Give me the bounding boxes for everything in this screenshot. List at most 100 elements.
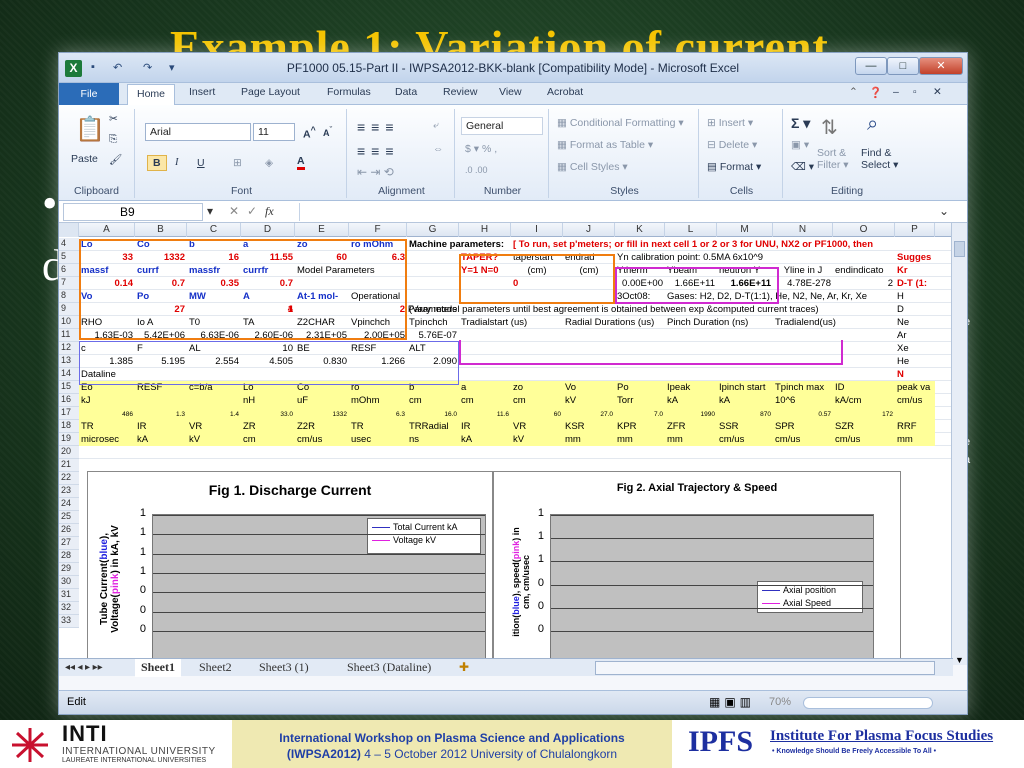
cell-l10[interactable]: Pinch Duration (ns) [667, 317, 771, 328]
cell-i15[interactable]: zo [513, 382, 561, 393]
cell-j10[interactable]: Radial Durations (us) [565, 317, 663, 328]
find-select-button[interactable]: Find & Select ▾ [861, 147, 898, 171]
cell-p10[interactable]: Ne [897, 317, 951, 328]
paste-icon[interactable]: 📋 [75, 115, 105, 144]
row-header[interactable]: 30 [59, 576, 79, 589]
cell-h18[interactable]: IR [461, 421, 509, 432]
cell-n15[interactable]: Tpinch max [775, 382, 831, 393]
vertical-scrollbar[interactable]: ▼ [951, 223, 967, 665]
cell-c19[interactable]: kV [189, 434, 239, 445]
cell-b19[interactable]: kA [137, 434, 185, 445]
row-header[interactable]: 22 [59, 472, 79, 485]
cell-styles-button[interactable]: ▦ Cell Styles ▾ [557, 161, 628, 173]
sort-filter-icon[interactable]: ⇅ [821, 115, 838, 140]
row-header[interactable]: 25 [59, 511, 79, 524]
cell-n17[interactable]: 0.57 [775, 411, 831, 418]
cell-i17[interactable]: 60 [513, 411, 561, 418]
cell-f16[interactable]: mOhm [351, 395, 405, 406]
row-header[interactable]: 33 [59, 615, 79, 628]
cell-o17[interactable]: 172 [835, 411, 893, 418]
row-header[interactable]: 24 [59, 498, 79, 511]
merge-icon[interactable]: ⇔ [433, 143, 444, 155]
cell-i19[interactable]: kV [513, 434, 561, 445]
column-header[interactable]: E [295, 223, 349, 237]
cell-a18[interactable]: TR [81, 421, 133, 432]
cell-p16[interactable]: cm/us [897, 395, 951, 406]
cancel-icon[interactable]: ✕ [229, 204, 239, 218]
currency-icon[interactable]: $ ▾ % , [465, 143, 497, 155]
fill-color-icon[interactable]: ◈ [265, 157, 273, 169]
cell-m17[interactable]: 870 [719, 411, 771, 418]
cell-g18[interactable]: TRRadial [409, 421, 457, 432]
cell-p18[interactable]: RRF [897, 421, 951, 432]
cell-e18[interactable]: Z2R [297, 421, 347, 432]
cell-k18[interactable]: KPR [617, 421, 663, 432]
doc-minimize-icon[interactable]: – [893, 86, 899, 98]
cell-f18[interactable]: TR [351, 421, 405, 432]
row-header[interactable]: 9 [59, 303, 79, 316]
font-size-select[interactable]: 11 [253, 123, 295, 141]
cell-b18[interactable]: IR [137, 421, 185, 432]
cell-m16[interactable]: kA [719, 395, 771, 406]
cell-n10[interactable]: Tradialend(us) [775, 317, 893, 328]
column-header[interactable]: J [563, 223, 615, 237]
tab-review[interactable]: Review [443, 86, 477, 98]
cell-p6[interactable]: Kr [897, 265, 951, 276]
cell-p19[interactable]: mm [897, 434, 951, 445]
row-header[interactable]: 20 [59, 446, 79, 459]
align-horizontal-icons[interactable]: ≡≡≡ [357, 143, 400, 159]
cut-icon[interactable]: ✂ [109, 113, 118, 125]
row-header[interactable]: 26 [59, 524, 79, 537]
row-header[interactable]: 17 [59, 407, 79, 420]
cell-p12[interactable]: Xe [897, 343, 951, 354]
cell-p8[interactable]: H [897, 291, 951, 302]
cell-p15[interactable]: peak va [897, 382, 951, 393]
column-header[interactable]: B [135, 223, 187, 237]
cell-l19[interactable]: mm [667, 434, 715, 445]
cell-p5[interactable]: Sugges [897, 252, 951, 263]
sheet-tab-sheet2[interactable]: Sheet2 [199, 659, 232, 677]
cell-g9[interactable]: (Vary model parameters until best agreem… [409, 304, 893, 315]
autosum-icon[interactable]: Σ ▾ [791, 115, 810, 132]
shrink-font-icon[interactable]: Aˇ [323, 125, 332, 138]
column-header[interactable]: N [773, 223, 833, 237]
doc-close-icon[interactable]: ✕ [933, 86, 942, 98]
row-header[interactable]: 8 [59, 290, 79, 303]
enter-icon[interactable]: ✓ [247, 204, 257, 218]
cell-o6[interactable]: endindicato [835, 265, 893, 276]
chart-axial-trajectory[interactable]: Fig 2. Axial Trajectory & Speed ition(bl… [493, 471, 901, 665]
cell-o19[interactable]: cm/us [835, 434, 893, 445]
row-header[interactable]: 12 [59, 342, 79, 355]
cell-g11[interactable]: 5.76E-07 [409, 330, 457, 341]
conditional-formatting-button[interactable]: ▦ Conditional Formatting ▾ [557, 117, 684, 129]
cell-f19[interactable]: usec [351, 434, 405, 445]
cell-j17[interactable]: 27.0 [565, 411, 613, 418]
cell-d16[interactable]: nH [243, 395, 293, 406]
cell-h15[interactable]: a [461, 382, 509, 393]
font-color-icon[interactable]: A [297, 155, 305, 170]
row-header[interactable]: 28 [59, 550, 79, 563]
insert-cells-button[interactable]: ⊞ Insert ▾ [707, 117, 753, 129]
view-buttons-icon[interactable]: ▦▣▥ [709, 695, 755, 709]
cell-k16[interactable]: Torr [617, 395, 663, 406]
tab-view[interactable]: View [499, 86, 522, 98]
insert-sheet-icon[interactable]: ✚ [459, 659, 469, 677]
italic-button[interactable]: I [175, 157, 179, 168]
cell-h10[interactable]: Tradialstart (us) [461, 317, 561, 328]
paste-button[interactable]: Paste [71, 153, 98, 165]
cell-e17[interactable]: 1332 [297, 411, 347, 418]
bold-button[interactable]: B [147, 155, 167, 171]
column-header[interactable]: C [187, 223, 241, 237]
row-header[interactable]: 32 [59, 602, 79, 615]
number-format-select[interactable]: General [461, 117, 543, 135]
cell-l17[interactable]: 1990 [667, 411, 715, 418]
doc-restore-icon[interactable]: ▫ [913, 86, 917, 98]
column-header[interactable]: G [407, 223, 459, 237]
column-header[interactable]: O [833, 223, 895, 237]
align-top-icons[interactable]: ≡≡≡ [357, 119, 400, 135]
cell-l15[interactable]: Ipeak [667, 382, 715, 393]
zoom-slider[interactable] [803, 697, 933, 709]
cell-a16[interactable]: kJ [81, 395, 133, 406]
cell-d19[interactable]: cm [243, 434, 293, 445]
format-as-table-button[interactable]: ▦ Format as Table ▾ [557, 139, 653, 151]
